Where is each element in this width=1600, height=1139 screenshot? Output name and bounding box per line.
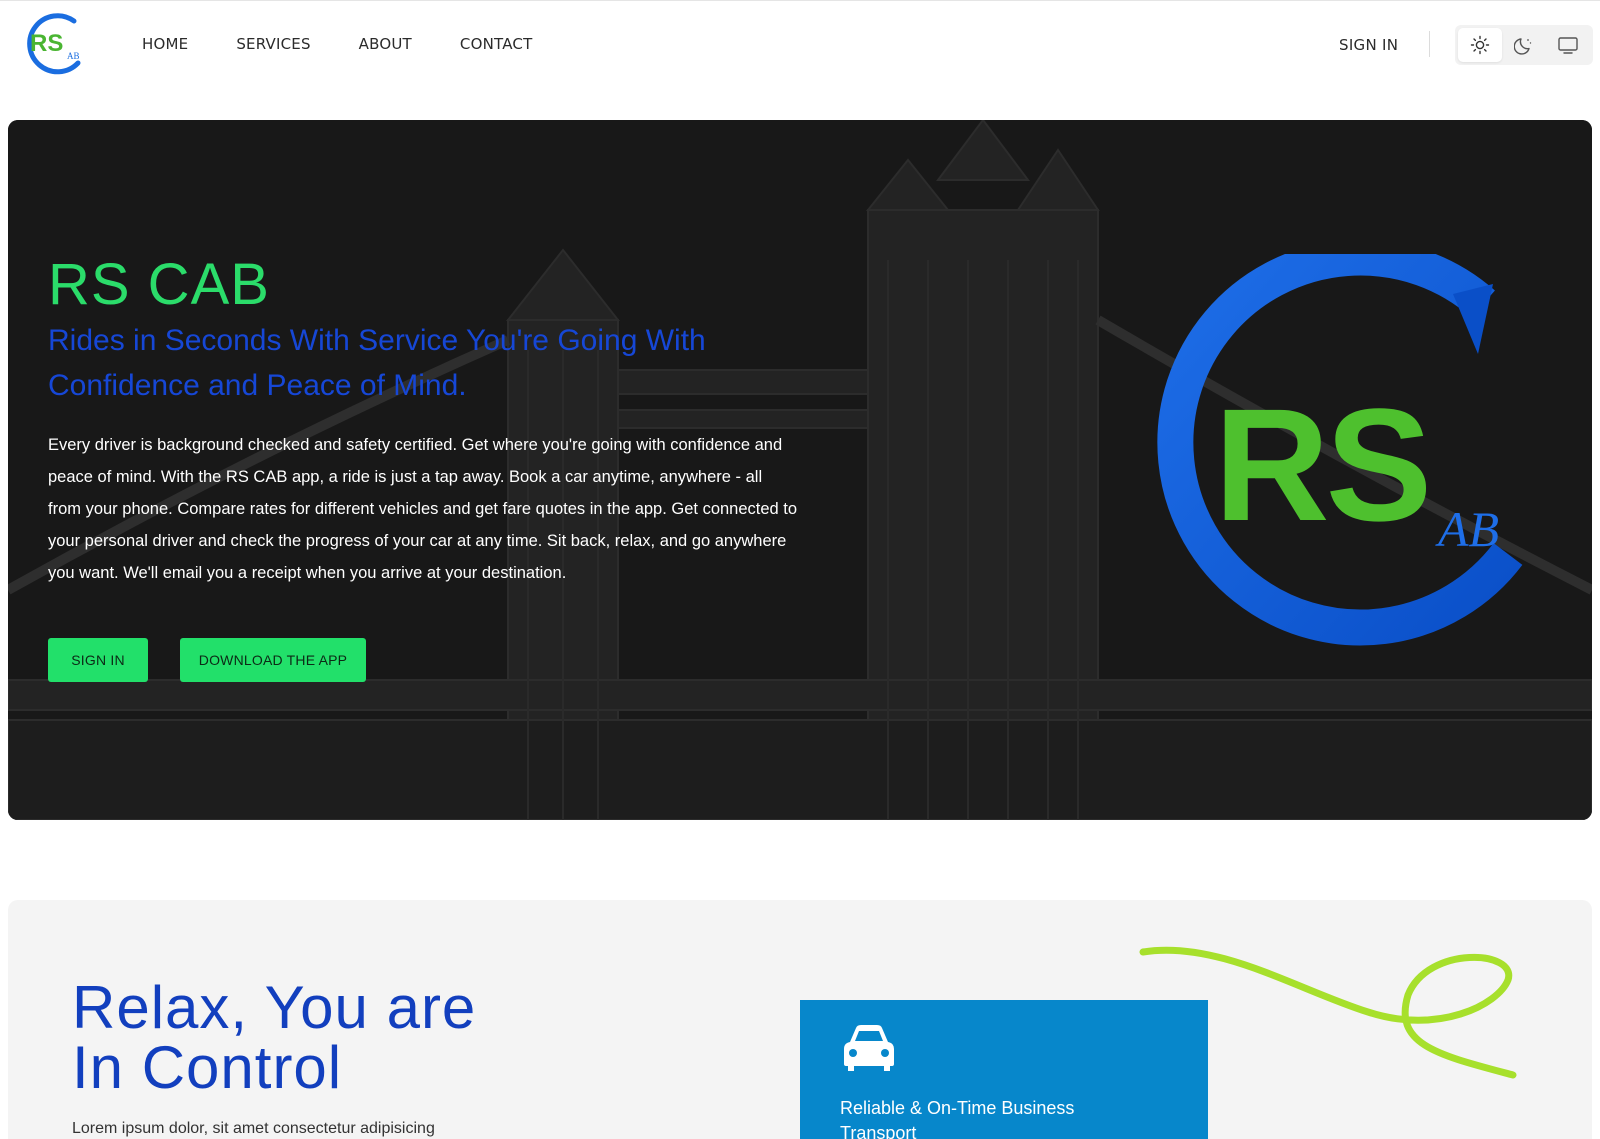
hero-signin-button[interactable]: SIGN IN — [48, 638, 148, 682]
section-body-text: Lorem ipsum dolor, sit amet consectetur … — [72, 1120, 435, 1137]
car-icon — [844, 1025, 894, 1071]
section-heading: Relax, You are In Control — [72, 978, 476, 1098]
svg-text:AB: AB — [1435, 501, 1499, 557]
feature-card-title: Reliable & On-Time Business Transport — [840, 1098, 1075, 1139]
hero-banner: RS CAB Rides in Seconds With Service You… — [8, 120, 1592, 820]
theme-switcher — [1455, 25, 1593, 65]
dark-theme-button[interactable] — [1502, 28, 1546, 62]
section-heading-line1: Relax, You are — [72, 974, 477, 1041]
svg-text:RS: RS — [1214, 375, 1428, 554]
moon-icon — [1514, 38, 1532, 55]
rs-cab-logo[interactable]: RS AB — [18, 9, 84, 75]
nav-about[interactable]: ABOUT — [359, 35, 412, 53]
system-theme-button[interactable] — [1546, 28, 1590, 62]
main-nav: HOME SERVICES ABOUT CONTACT — [142, 35, 580, 53]
nav-home[interactable]: HOME — [142, 35, 188, 53]
sun-icon — [1470, 35, 1490, 55]
feature-card[interactable]: Reliable & On-Time Business Transport — [800, 1000, 1208, 1139]
site-header: RS AB HOME SERVICES ABOUT CONTACT SIGN I… — [0, 0, 1600, 86]
rs-cab-hero-logo: RS AB — [1157, 254, 1523, 646]
section-heading-line2: In Control — [72, 1034, 343, 1101]
monitor-icon — [1558, 37, 1578, 54]
header-signin-link[interactable]: SIGN IN — [1339, 35, 1398, 55]
svg-text:AB: AB — [67, 51, 80, 61]
light-theme-button[interactable] — [1458, 28, 1502, 62]
hero-title: RS CAB — [48, 252, 270, 317]
hero-description: Every driver is background checked and s… — [48, 436, 798, 582]
nav-contact[interactable]: CONTACT — [460, 35, 533, 53]
nav-services[interactable]: SERVICES — [236, 35, 310, 53]
header-divider — [1429, 31, 1430, 57]
download-app-button[interactable]: DOWNLOAD THE APP — [180, 638, 366, 682]
svg-text:RS: RS — [30, 30, 63, 57]
hero-subtitle: Rides in Seconds With Service You're Goi… — [48, 324, 706, 402]
features-section: Relax, You are In Control Lorem ipsum do… — [8, 900, 1592, 1139]
